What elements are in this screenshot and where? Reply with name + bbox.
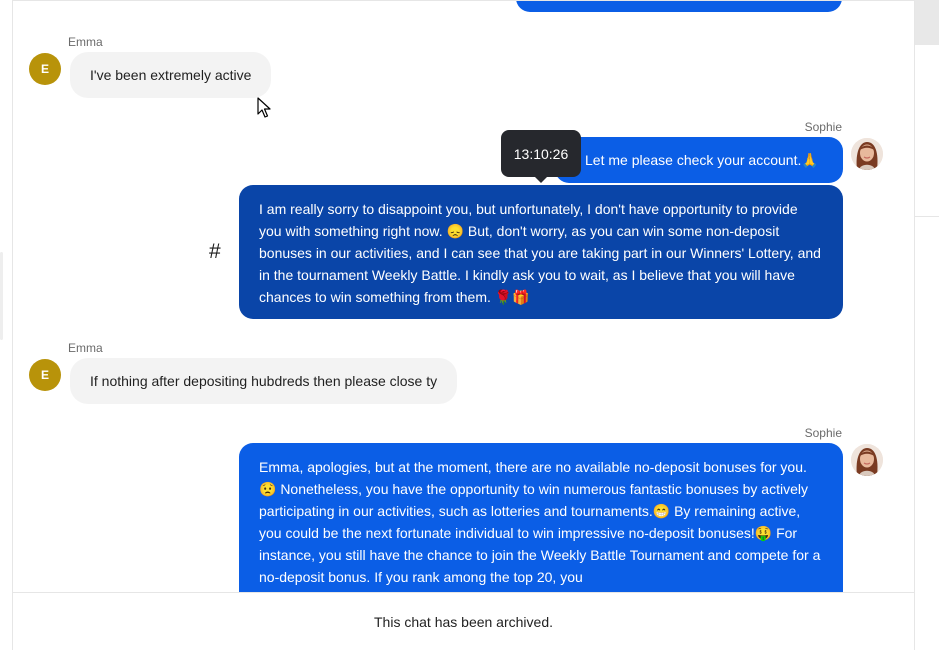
message-bubble-partial [516,1,842,12]
chat-history[interactable]: Emma E I've been extremely active Sophie… [12,0,914,592]
message-bubble-incoming: If nothing after depositing hubdreds the… [70,358,458,404]
right-side-panel [914,0,939,650]
hash-icon[interactable]: # [209,240,221,264]
timestamp-tooltip: 13:10:26 [501,130,581,183]
sender-name: Emma [68,35,103,49]
avatar-emma: E [29,53,61,85]
avatar-photo-icon [851,138,883,170]
avatar-photo-icon [851,444,883,476]
archived-notice: This chat has been archived. [12,592,914,650]
chat-window: Emma E I've been extremely active Sophie… [0,0,939,650]
right-panel-header [915,0,939,45]
avatar-sophie [851,444,883,476]
left-edge-marker [0,252,3,340]
sender-name: Sophie [804,120,842,134]
archived-text: This chat has been archived. [374,613,553,630]
message-bubble-outgoing: Emma, apologies, but at the moment, ther… [239,443,843,592]
sender-name: Sophie [804,426,842,440]
avatar-sophie [851,138,883,170]
message-bubble-outgoing: Let me please check your account.🙏 [555,137,843,183]
message-text: Let me please check your account.🙏 [585,152,819,168]
message-bubble-outgoing-selected[interactable]: I am really sorry to disappoint you, but… [239,185,843,319]
divider [915,216,939,217]
avatar-emma: E [29,359,61,391]
sender-name: Emma [68,341,103,355]
message-bubble-incoming: I've been extremely active [70,52,272,98]
arrow-cursor-icon [257,97,271,124]
